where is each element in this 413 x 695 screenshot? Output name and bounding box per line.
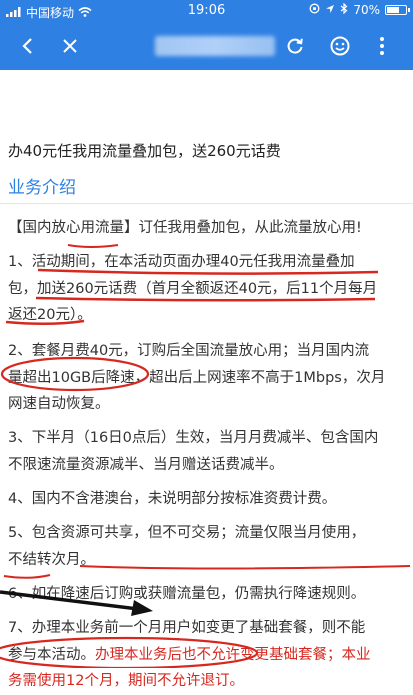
back-button[interactable] (12, 30, 44, 62)
orientation-lock-icon (309, 3, 320, 17)
clause-5-line-2: 不结转次月。 (8, 551, 95, 568)
status-right: 70% (309, 2, 410, 17)
clause-1-line-2: 包，加送260元话费（首月全额返还40元，后11个月每月 (8, 280, 378, 297)
clause-7-line-1: 7、办理本业务前一个月用户如变更了基础套餐，则不能 (8, 620, 366, 636)
clause-7-line-3: 务需使用12个月，期间不允许退订。 (8, 673, 244, 689)
clause-2-line-2: 量超出10GB后降速，超出后上网速率不高于1Mbps，次月 (8, 369, 386, 386)
chevron-left-icon (22, 38, 32, 54)
more-vertical-icon (380, 37, 384, 55)
clause-7: 7、办理本业务前一个月用户如变更了基础套餐，则不能 参与本活动。办理本业务后也不… (8, 615, 408, 695)
smiley-button[interactable] (324, 30, 356, 62)
smiley-icon (330, 36, 350, 56)
article-content: 办40元任我用流量叠加包，送260元话费 业务介绍 【国内放心用流量】订任我用叠… (0, 70, 413, 689)
clause-1-line-3: 返还20元）。 (8, 307, 92, 323)
bluetooth-icon (340, 2, 348, 17)
page-title-blurred (155, 36, 275, 56)
section-heading: 业务介绍 (8, 178, 76, 198)
clause-3: 3、下半月（16日0点后）生效，当月月费减半、包含国内 不限速流量资源减半、当月… (8, 425, 408, 478)
clause-5-line-1: 5、包含资源可共享，但不可交易；流量仅限当月使用， (8, 525, 366, 541)
status-bar: 中国移动 19:06 70% (0, 0, 413, 22)
battery-percent: 70% (353, 3, 380, 17)
clause-1-line-1: 1、活动期间，在本活动页面办理40元任我用流量叠加 (8, 254, 355, 270)
clause-6: 6、如在降速后订购或获赠流量包，仍需执行降速规则。 (8, 581, 408, 608)
more-button[interactable] (366, 30, 398, 62)
clause-3-line-2: 不限速流量资源减半、当月赠送话费减半。 (8, 456, 284, 473)
clause-5: 5、包含资源可共享，但不可交易；流量仅限当月使用， 不结转次月。 (8, 520, 408, 573)
clause-6-line-1: 6、如在降速后订购或获赠流量包，仍需执行降速规则。 (8, 586, 366, 602)
location-icon (325, 3, 335, 17)
close-icon (63, 39, 77, 53)
battery-icon (385, 5, 410, 15)
clause-4: 4、国内不含港澳台，未说明部分按标准资费计费。 (8, 486, 408, 513)
nav-bar (0, 22, 413, 70)
close-button[interactable] (54, 30, 86, 62)
clause-2: 2、套餐月费40元，订购后全国流量放心用；当月国内流 量超出10GB后降速，超出… (8, 338, 408, 418)
refresh-icon (287, 38, 303, 54)
divider (0, 203, 413, 204)
clause-7-line-2-part-2: 办理本业务后也不允许变更基础套餐；本业 (95, 646, 371, 663)
clause-3-line-1: 3、下半月（16日0点后）生效，当月月费减半、包含国内 (8, 430, 379, 446)
clause-2-line-3: 网速自动恢复。 (8, 396, 110, 412)
clause-1: 1、活动期间，在本活动页面办理40元任我用流量叠加 包，加送260元话费（首月全… (8, 249, 408, 329)
intro-text: 【国内放心用流量】订任我用叠加包，从此流量放心用! (8, 220, 362, 236)
clause-7-line-2-part-1: 参与本活动。 (8, 646, 95, 663)
intro-paragraph: 【国内放心用流量】订任我用叠加包，从此流量放心用! (8, 215, 408, 242)
battery-fill (387, 7, 399, 13)
clause-4-line-1: 4、国内不含港澳台，未说明部分按标准资费计费。 (8, 491, 337, 507)
refresh-button[interactable] (279, 30, 311, 62)
clause-2-line-1: 2、套餐月费40元，订购后全国流量放心用；当月国内流 (8, 343, 370, 359)
clause-7-line-2: 参与本活动。办理本业务后也不允许变更基础套餐；本业 (8, 642, 408, 669)
article-title: 办40元任我用流量叠加包，送260元话费 (8, 142, 281, 160)
